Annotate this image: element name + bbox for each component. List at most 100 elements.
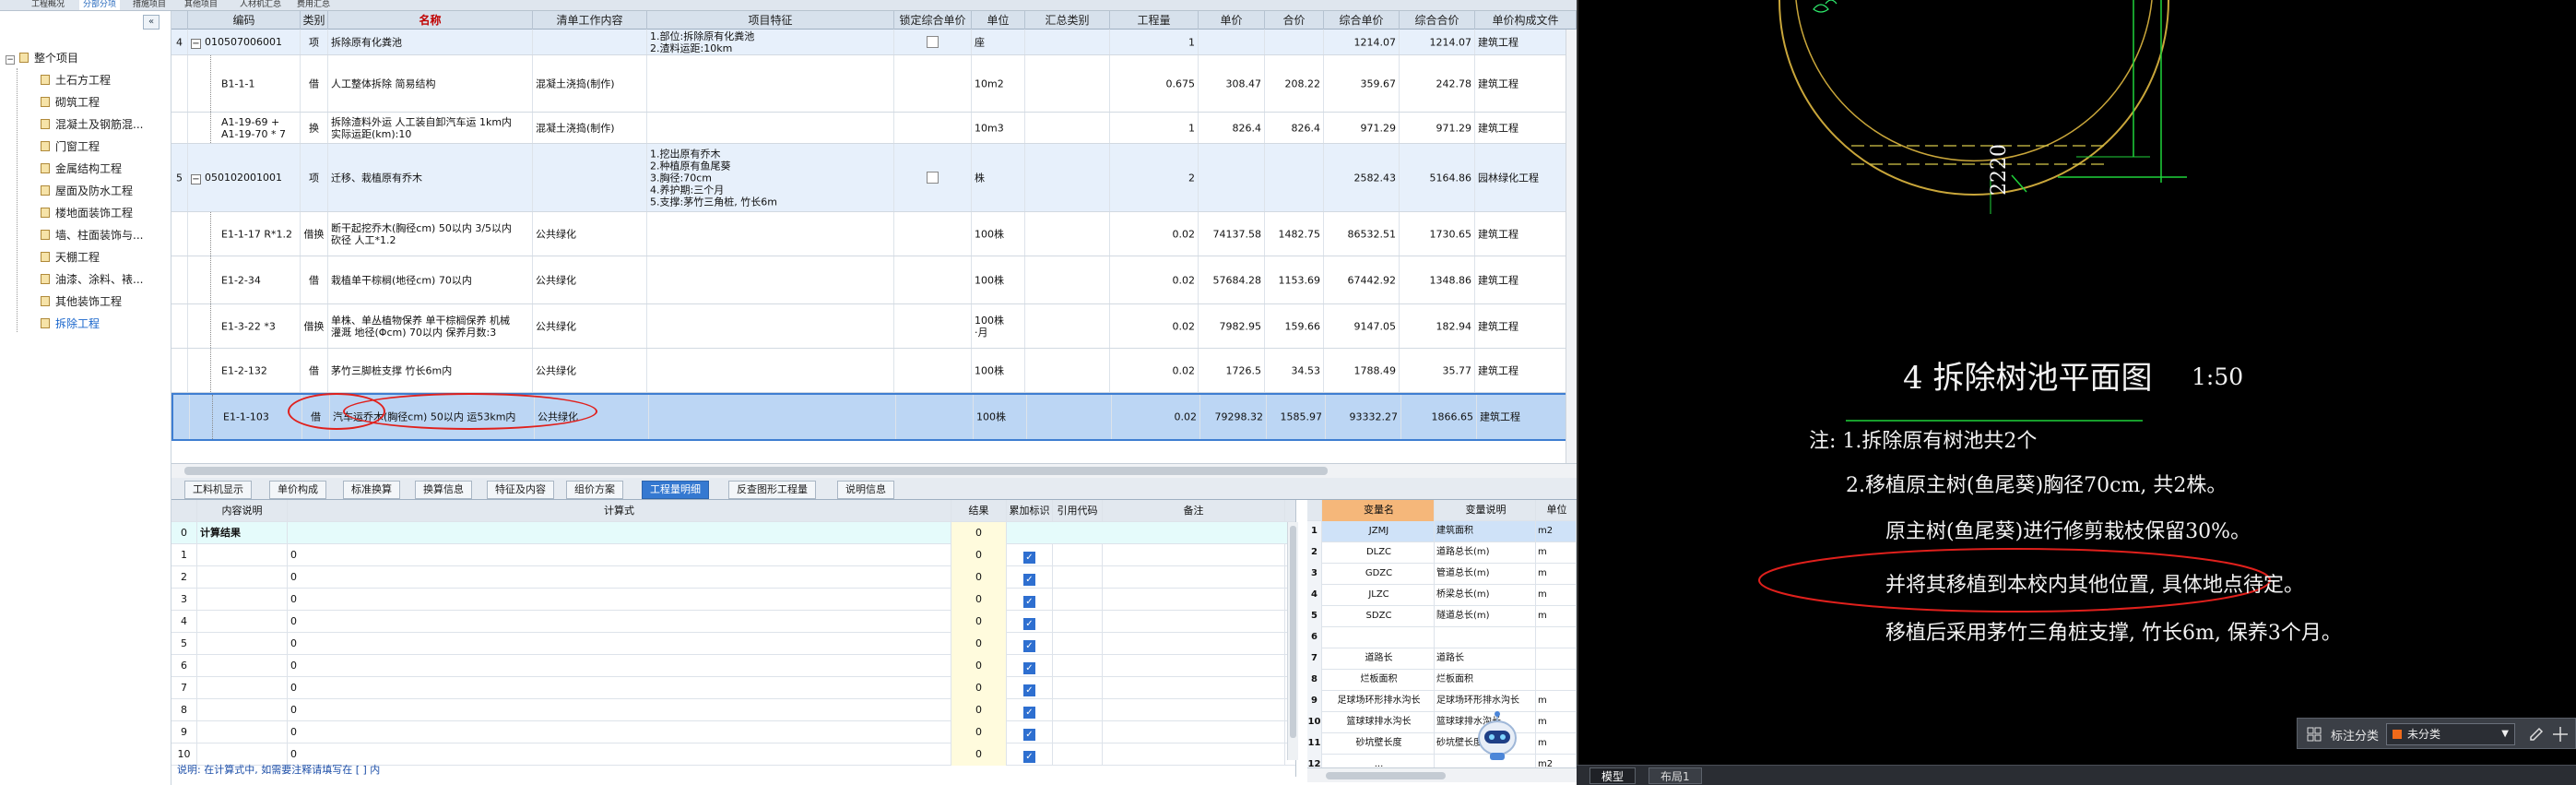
grid-cell-ctotal[interactable]: 1348.86 [1400, 256, 1475, 303]
variable-desc[interactable]: 桥梁总长(m) [1435, 585, 1536, 606]
accumulate-checkbox[interactable]: ✓ [1023, 640, 1035, 652]
variable-row[interactable]: 3 GDZC 管道总长(m) m [1307, 564, 1577, 585]
grid-cell-total[interactable]: 34.53 [1265, 349, 1324, 392]
grid-cell-ctotal[interactable]: 242.78 [1400, 55, 1475, 112]
remark-cell[interactable] [1103, 589, 1285, 611]
grid-cell-cprice[interactable]: 971.29 [1324, 113, 1400, 143]
tree-item[interactable]: 砌筑工程 [41, 92, 100, 113]
grid-cell-work[interactable]: 公共绿化 [533, 304, 647, 348]
accumulate-checkbox[interactable]: ✓ [1023, 596, 1035, 608]
column-header[interactable]: 综合单价 [1324, 11, 1400, 30]
tree-item[interactable]: 金属结构工程 [41, 159, 122, 179]
variable-desc[interactable]: 隧道总长(m) [1435, 606, 1536, 627]
variable-name[interactable] [1322, 627, 1435, 648]
grid-cell-feature[interactable] [647, 349, 894, 392]
grid-cell-unit[interactable]: 座 [972, 30, 1025, 54]
detail-tab[interactable]: 标准换算 [343, 481, 400, 499]
grid-cell-ctotal[interactable]: 182.94 [1400, 304, 1475, 348]
grid-cell-price[interactable]: 57684.28 [1199, 256, 1265, 303]
detail-tab[interactable]: 换算信息 [415, 481, 472, 499]
grid-cell-num[interactable] [171, 55, 188, 112]
accumulate-checkbox[interactable]: ✓ [1023, 662, 1035, 674]
grid-cell-code[interactable]: E1-1-17 R*1.2 [188, 212, 301, 256]
tree-root-item[interactable]: − 整个项目 [6, 48, 78, 68]
column-header[interactable]: 名称 [328, 11, 533, 30]
column-header[interactable]: 引用代码 [1053, 500, 1103, 522]
detail-tab[interactable]: 反查图形工程量 [728, 481, 816, 499]
grid-cell-file[interactable]: 建筑工程 [1475, 113, 1577, 143]
grid-cell-unit[interactable]: 100株 ·月 [972, 304, 1025, 348]
variable-row[interactable]: 2 DLZC 道路总长(m) m [1307, 542, 1577, 564]
grid-cell-file[interactable]: 建筑工程 [1477, 395, 1577, 439]
tree-collapse-icon[interactable]: − [6, 55, 15, 65]
variable-unit[interactable]: m2 [1536, 521, 1577, 542]
detail-tab[interactable]: 说明信息 [837, 481, 894, 499]
grid-cell-total[interactable]: 826.4 [1265, 113, 1324, 143]
grid-cell-qty[interactable]: 1 [1110, 30, 1199, 54]
grid-cell-total[interactable] [1265, 30, 1324, 54]
grid-cell-qty[interactable]: 2 [1110, 144, 1199, 211]
grid-cell-name[interactable]: 断干起挖乔木(胸径cm) 50以内 3/5以内 砍径 人工*1.2 [328, 212, 533, 256]
column-header[interactable]: 编码 [188, 11, 301, 30]
variable-row[interactable]: 4 JLZC 桥梁总长(m) m [1307, 585, 1577, 606]
variable-unit[interactable]: m [1536, 585, 1577, 606]
remark-cell[interactable] [1103, 611, 1285, 633]
grid-cell-price[interactable]: 1726.5 [1199, 349, 1265, 392]
variable-row[interactable]: 6 [1307, 627, 1577, 648]
accumulate-cell[interactable]: ✓ [1007, 655, 1053, 677]
grid-cell-cprice[interactable]: 1214.07 [1324, 30, 1400, 54]
column-header[interactable]: 锁定综合单价 [894, 11, 972, 30]
grid-cell-lock[interactable] [894, 144, 972, 211]
formula-cell[interactable]: 0 [288, 699, 951, 721]
accumulate-checkbox[interactable]: ✓ [1023, 751, 1035, 763]
tree-item[interactable]: 混凝土及钢筋混... [41, 114, 143, 135]
quota-row[interactable]: E1-2-34 借栽植单干棕榈(地径cm) 70以内 公共绿化 100株 0.02 576… [171, 256, 1577, 304]
grid-cell-price[interactable]: 826.4 [1199, 113, 1265, 143]
grid-cell-file[interactable]: 建筑工程 [1475, 30, 1577, 54]
column-header[interactable]: 结果 [951, 500, 1007, 522]
variable-row[interactable]: 5 SDZC 隧道总长(m) m [1307, 606, 1577, 627]
scroll-thumb[interactable] [1326, 772, 1446, 779]
variable-unit[interactable]: m [1536, 733, 1577, 755]
grid-cell-unit[interactable]: 100株 [972, 256, 1025, 303]
grid-cell-num[interactable] [171, 212, 188, 256]
grid-cell-code[interactable]: −050102001001 [188, 144, 301, 211]
column-header[interactable]: 单价构成文件 [1475, 11, 1577, 30]
grid-cell-feature[interactable] [647, 55, 894, 112]
grid-cell-file[interactable]: 建筑工程 [1475, 349, 1577, 392]
variable-unit[interactable] [1536, 648, 1577, 670]
grid-cell-file[interactable]: 建筑工程 [1475, 212, 1577, 256]
column-header[interactable]: 清单工作内容 [533, 11, 647, 30]
accumulate-checkbox[interactable]: ✓ [1023, 707, 1035, 719]
formula-cell[interactable]: 0 [288, 655, 951, 677]
variable-row[interactable]: 1 JZMJ 建筑面积 m2 [1307, 521, 1577, 542]
formula-cell[interactable]: 0 [288, 544, 951, 566]
ref-code-cell[interactable] [1053, 544, 1103, 566]
quota-row[interactable]: E1-2-132 借茅竹三脚桩支撑 竹长6m内 公共绿化 100株 0.02 1726.5… [171, 349, 1577, 393]
grid-cell-ctotal[interactable]: 971.29 [1400, 113, 1475, 143]
grid-cell-lock[interactable] [894, 304, 972, 348]
variable-desc[interactable]: 道路长 [1435, 648, 1536, 670]
column-header[interactable]: 汇总类别 [1025, 11, 1110, 30]
tree-item[interactable]: 楼地面装饰工程 [41, 203, 133, 223]
crosshair-icon[interactable] [2552, 726, 2569, 743]
remark-cell[interactable] [1103, 633, 1285, 655]
grid-cell-file[interactable]: 园林绿化工程 [1475, 144, 1577, 211]
grid-cell-cprice[interactable]: 359.67 [1324, 55, 1400, 112]
annotation-category-select[interactable]: 未分类 ▼ [2386, 723, 2515, 745]
ref-code-cell[interactable] [1053, 633, 1103, 655]
formula-cell[interactable]: 0 [288, 633, 951, 655]
top-tab[interactable]: 人材机汇总 [236, 0, 285, 10]
column-header[interactable]: 单位 [972, 11, 1025, 30]
grid-cell-num[interactable]: 4 [171, 30, 188, 54]
variable-name[interactable]: 足球场环形排水沟长 [1322, 691, 1435, 712]
tree-item[interactable]: 土石方工程 [41, 70, 111, 90]
grid-cell-ctotal[interactable]: 1866.65 [1401, 395, 1477, 439]
detail-tab[interactable]: 单价构成 [269, 481, 326, 499]
accumulate-cell[interactable]: ✓ [1007, 743, 1053, 766]
grid-cell-sum[interactable] [1025, 55, 1110, 112]
ref-code-cell[interactable] [1053, 743, 1103, 766]
grid-cell-cprice[interactable]: 67442.92 [1324, 256, 1400, 303]
grid-cell-cprice[interactable]: 86532.51 [1324, 212, 1400, 256]
content-desc-cell[interactable] [197, 633, 288, 655]
